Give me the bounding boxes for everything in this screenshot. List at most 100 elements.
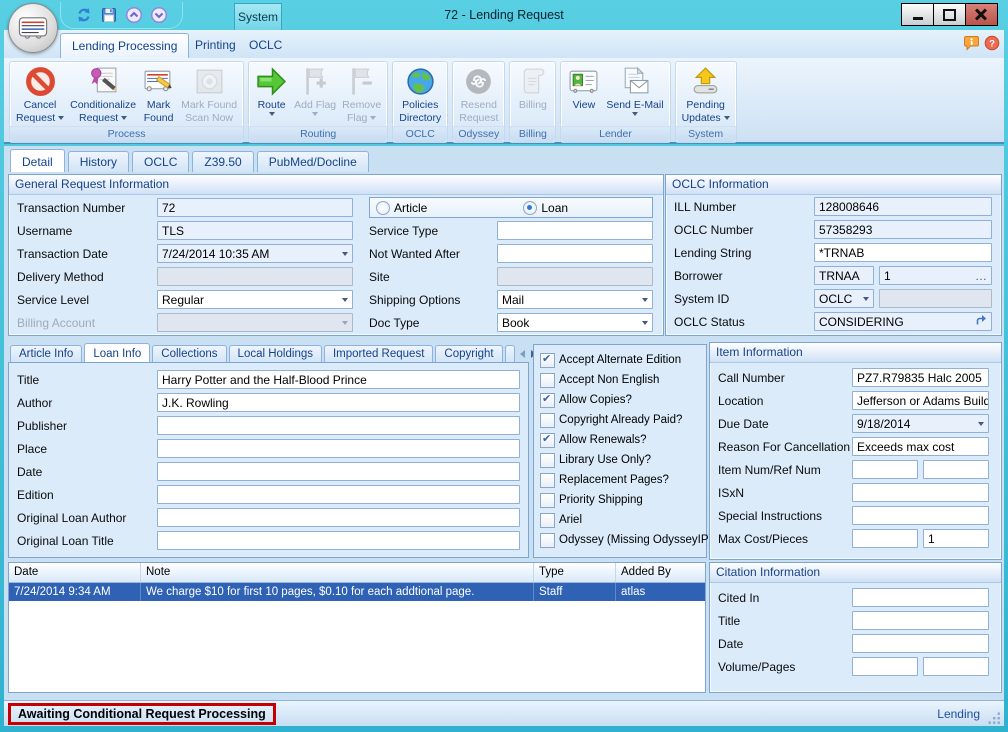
title-field[interactable]: Harry Potter and the Half-Blood Prince xyxy=(157,370,520,389)
original-loan-author-field[interactable] xyxy=(157,508,520,527)
lending-string-field[interactable]: *TRNAB xyxy=(814,243,992,262)
borrower-more-button[interactable]: … xyxy=(975,271,987,281)
billing-button: Billing xyxy=(513,63,552,126)
maximize-button[interactable] xyxy=(933,3,966,26)
ribbon-tab-oclc[interactable]: OCLC xyxy=(238,33,284,58)
location-field[interactable]: Jefferson or Adams Building xyxy=(852,391,989,410)
library-use-only-checkbox[interactable] xyxy=(540,453,555,468)
date-field[interactable] xyxy=(157,462,520,481)
shipping-options-dropdown[interactable]: Mail xyxy=(497,290,653,309)
tab-z3950[interactable]: Z39.50 xyxy=(192,151,253,172)
conditionalize-request-button[interactable]: Conditionalize Request xyxy=(67,63,139,126)
pieces-field[interactable]: 1 xyxy=(923,529,989,548)
citation-title-field[interactable] xyxy=(852,611,989,630)
priority-shipping-checkbox[interactable] xyxy=(540,493,555,508)
detail-page: General Request Information Transaction … xyxy=(4,172,1004,700)
ariel-checkbox[interactable] xyxy=(540,513,555,528)
column-header-note[interactable]: Note xyxy=(141,563,534,582)
table-row[interactable]: 7/24/2014 9:34 AM We charge $10 for firs… xyxy=(9,583,705,601)
field-label: Reason For Cancellation xyxy=(718,440,852,454)
tab-scroll-left-icon[interactable] xyxy=(520,350,525,358)
context-tab-system[interactable]: System xyxy=(234,3,282,31)
tab-loan-info[interactable]: Loan Info xyxy=(84,343,150,362)
tab-copyright[interactable]: Copyright xyxy=(435,345,502,362)
article-radio[interactable] xyxy=(376,201,390,215)
app-menu-button[interactable] xyxy=(8,3,58,53)
ref-num-field[interactable] xyxy=(923,460,989,479)
tab-truncated[interactable]: In xyxy=(505,345,515,362)
minimize-button[interactable] xyxy=(901,3,934,26)
item-num-field[interactable] xyxy=(852,460,918,479)
original-loan-title-field[interactable] xyxy=(157,531,520,550)
tab-pubmed-docline[interactable]: PubMed/Docline xyxy=(257,151,369,172)
borrower-count-field[interactable]: 1… xyxy=(879,266,992,285)
doc-type-dropdown[interactable]: Book xyxy=(497,313,653,332)
accept-alternate-edition-checkbox[interactable] xyxy=(540,353,555,368)
general-request-panel: General Request Information Transaction … xyxy=(8,174,664,336)
cited-in-field[interactable] xyxy=(852,588,989,607)
scan-icon xyxy=(193,65,226,98)
column-header-date[interactable]: Date xyxy=(9,563,141,582)
ribbon-tab-lending-processing[interactable]: Lending Processing xyxy=(60,33,189,59)
tab-imported-request[interactable]: Imported Request xyxy=(324,345,433,362)
accept-non-english-checkbox[interactable] xyxy=(540,373,555,388)
status-link-icon[interactable] xyxy=(975,314,987,329)
field-label: Volume/Pages xyxy=(718,660,852,674)
help-icon[interactable]: ? xyxy=(984,35,1000,51)
tab-collections[interactable]: Collections xyxy=(152,345,226,362)
copyright-already-paid-checkbox[interactable] xyxy=(540,413,555,428)
service-type-field[interactable] xyxy=(497,221,653,240)
isxn-field[interactable] xyxy=(852,483,989,502)
pages-field[interactable] xyxy=(923,657,989,676)
transaction-number-field[interactable]: 72 xyxy=(157,198,353,217)
tab-article-info[interactable]: Article Info xyxy=(10,345,82,362)
allow-copies-checkbox[interactable] xyxy=(540,393,555,408)
pending-updates-button[interactable]: Pending Updates xyxy=(679,63,733,126)
column-header-added-by[interactable]: Added By xyxy=(616,563,705,582)
volume-field[interactable] xyxy=(852,657,918,676)
down-circle-icon[interactable] xyxy=(150,6,168,24)
special-instructions-field[interactable] xyxy=(852,506,989,525)
save-icon[interactable] xyxy=(100,6,118,24)
info-bubble-icon[interactable] xyxy=(964,35,980,51)
service-level-dropdown[interactable]: Regular xyxy=(157,290,353,309)
document-tab-strip: Detail History OCLC Z39.50 PubMed/Doclin… xyxy=(4,146,1004,172)
place-field[interactable] xyxy=(157,439,520,458)
column-header-type[interactable]: Type xyxy=(534,563,616,582)
resize-grip[interactable] xyxy=(988,712,1002,726)
mark-found-button[interactable]: Mark Found xyxy=(139,63,178,126)
transaction-date-field[interactable]: 7/24/2014 10:35 AM xyxy=(157,244,353,263)
oclc-status-field[interactable]: CONSIDERING xyxy=(814,312,992,331)
author-field[interactable]: J.K. Rowling xyxy=(157,393,520,412)
tab-local-holdings[interactable]: Local Holdings xyxy=(229,345,322,362)
tab-detail[interactable]: Detail xyxy=(10,149,65,172)
reason-for-cancellation-field[interactable]: Exceeds max cost xyxy=(852,437,989,456)
refresh-icon[interactable] xyxy=(75,6,93,24)
citation-date-field[interactable] xyxy=(852,634,989,653)
cancel-request-button[interactable]: Cancel Request xyxy=(13,63,67,126)
publisher-field[interactable] xyxy=(157,416,520,435)
title-bar[interactable]: 72 - Lending Request System xyxy=(0,0,1008,30)
policies-directory-button[interactable]: Policies Directory xyxy=(396,63,444,126)
view-button[interactable]: View xyxy=(564,63,603,126)
not-wanted-after-field[interactable] xyxy=(497,244,653,263)
system-id-dropdown[interactable]: OCLC xyxy=(814,289,874,308)
ill-number-field[interactable]: 128008646 xyxy=(814,197,992,216)
up-circle-icon[interactable] xyxy=(125,6,143,24)
due-date-field[interactable]: 9/18/2014 xyxy=(852,414,989,433)
edition-field[interactable] xyxy=(157,485,520,504)
close-button[interactable] xyxy=(965,3,998,26)
odyssey-checkbox[interactable] xyxy=(540,533,555,548)
call-number-field[interactable]: PZ7.R79835 Halc 2005 xyxy=(852,368,989,387)
loan-radio[interactable] xyxy=(523,201,537,215)
username-field[interactable]: TLS xyxy=(157,221,353,240)
send-email-button[interactable]: Send E-Mail xyxy=(603,63,666,126)
tab-history[interactable]: History xyxy=(68,151,129,172)
route-button[interactable]: Route xyxy=(252,63,291,126)
borrower-field[interactable]: TRNAA xyxy=(814,266,874,285)
allow-renewals-checkbox[interactable] xyxy=(540,433,555,448)
tab-oclc[interactable]: OCLC xyxy=(132,151,189,172)
oclc-number-field[interactable]: 57358293 xyxy=(814,220,992,239)
replacement-pages-checkbox[interactable] xyxy=(540,473,555,488)
max-cost-field[interactable] xyxy=(852,529,918,548)
